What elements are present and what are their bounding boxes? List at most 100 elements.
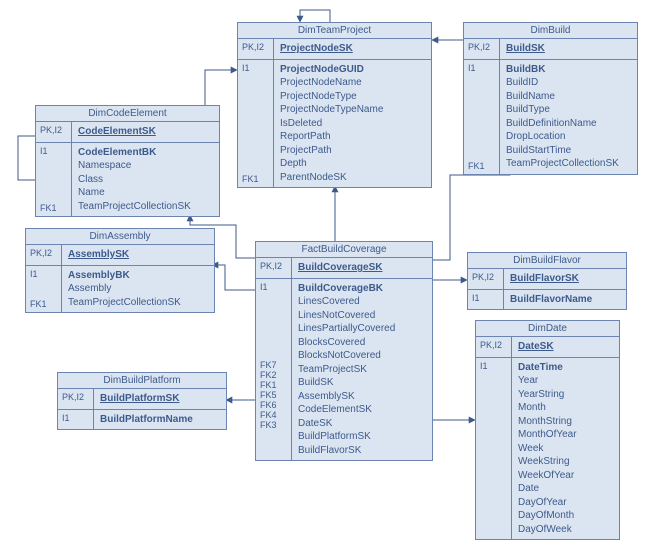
keys-top: I1 xyxy=(242,63,269,73)
field: Date xyxy=(518,482,613,496)
field: DateSK xyxy=(298,417,426,431)
field: ProjectNodeTypeName xyxy=(280,103,425,117)
row2-key: I1 xyxy=(62,413,89,423)
field: MonthString xyxy=(518,415,613,429)
pk-label: PK,I2 xyxy=(480,340,507,350)
keys-top: I1 xyxy=(480,361,507,371)
field: Class xyxy=(78,173,213,187)
field: DayOfYear xyxy=(518,496,613,510)
pk-field: BuildSK xyxy=(506,43,545,54)
field: BuildSK xyxy=(298,376,426,390)
field: MonthOfYear xyxy=(518,428,613,442)
field: Namespace xyxy=(78,159,213,173)
fk-label: FK6 xyxy=(260,400,287,410)
fk-label: FK2 xyxy=(260,370,287,380)
table-dim-code-element: DimCodeElement PK,I2 CodeElementSK I1 FK… xyxy=(35,105,220,217)
field: LinesCovered xyxy=(298,295,426,309)
table-title: DimBuild xyxy=(464,23,637,39)
pk-field: AssemblySK xyxy=(68,249,129,260)
fk-label: FK5 xyxy=(260,390,287,400)
pk-label: PK,I2 xyxy=(40,125,67,135)
keys-bottom: FK1 xyxy=(468,161,485,171)
field: BuildFlavorSK xyxy=(298,444,426,458)
pk-field: BuildCoverageSK xyxy=(298,262,382,273)
field: LinesNotCovered xyxy=(298,309,426,323)
table-dim-team-project: DimTeamProject PK,I2 ProjectNodeSK I1 FK… xyxy=(237,22,432,188)
pk-label: PK,I2 xyxy=(260,261,287,271)
bold-field: DateTime xyxy=(518,361,613,375)
field: BuildID xyxy=(506,76,631,90)
field: CodeElementSK xyxy=(298,403,426,417)
fk-label: FK3 xyxy=(260,420,287,430)
pk-field: ProjectNodeSK xyxy=(280,43,353,54)
field: Year xyxy=(518,374,613,388)
table-title: DimCodeElement xyxy=(36,106,219,122)
field: WeekOfYear xyxy=(518,469,613,483)
field: Assembly xyxy=(68,282,208,296)
pk-field: DateSK xyxy=(518,341,554,352)
pk-label: PK,I2 xyxy=(242,42,269,52)
field: Name xyxy=(78,186,213,200)
table-fact-build-coverage: FactBuildCoverage PK,I2 BuildCoverageSK … xyxy=(255,241,433,461)
field: IsDeleted xyxy=(280,117,425,131)
table-title: DimTeamProject xyxy=(238,23,431,39)
field: Week xyxy=(518,442,613,456)
table-title: DimBuildFlavor xyxy=(468,253,626,269)
table-dim-assembly: DimAssembly PK,I2 AssemblySK I1 FK1 Asse… xyxy=(25,228,215,313)
fk-label: FK1 xyxy=(260,380,287,390)
field: TeamProjectCollectionSK xyxy=(78,200,213,214)
pk-label: PK,I2 xyxy=(468,42,495,52)
table-dim-date: DimDate PK,I2 DateSK I1 DateTime Year Ye… xyxy=(475,320,620,540)
bold-field: AssemblyBK xyxy=(68,269,208,283)
field: ProjectNodeType xyxy=(280,90,425,104)
keys-bottom: FK1 xyxy=(40,203,57,213)
keys-bottom: FK1 xyxy=(30,299,47,309)
table-dim-build-platform: DimBuildPlatform PK,I2 BuildPlatformSK I… xyxy=(57,372,227,430)
table-title: FactBuildCoverage xyxy=(256,242,432,258)
fk-label: FK7 xyxy=(260,360,287,370)
field: BuildDefinitionName xyxy=(506,117,631,131)
field: ProjectPath xyxy=(280,144,425,158)
field: LinesPartiallyCovered xyxy=(298,322,426,336)
field: BuildStartTime xyxy=(506,144,631,158)
field: BlocksNotCovered xyxy=(298,349,426,363)
field: BuildType xyxy=(506,103,631,117)
pk-label: PK,I2 xyxy=(62,392,89,402)
field: ParentNodeSK xyxy=(280,171,425,185)
table-dim-build: DimBuild PK,I2 BuildSK I1 FK1 BuildBK Bu… xyxy=(463,22,638,175)
field: BuildName xyxy=(506,90,631,104)
field: TeamProjectSK xyxy=(298,363,426,377)
pk-label: PK,I2 xyxy=(472,272,499,282)
keys-top: I1 xyxy=(40,146,67,156)
field: DropLocation xyxy=(506,130,631,144)
table-title: DimAssembly xyxy=(26,229,214,245)
field: TeamProjectCollectionSK xyxy=(68,296,208,310)
keys-top: I1 xyxy=(30,269,57,279)
keys-bottom: FK1 xyxy=(242,174,259,184)
field: AssemblySK xyxy=(298,390,426,404)
keys-top: I1 xyxy=(260,282,287,292)
table-dim-build-flavor: DimBuildFlavor PK,I2 BuildFlavorSK I1 Bu… xyxy=(467,252,627,310)
bold-field: CodeElementBK xyxy=(78,146,213,160)
bold-field: BuildBK xyxy=(506,63,631,77)
field: BuildPlatformSK xyxy=(298,430,426,444)
table-title: DimDate xyxy=(476,321,619,337)
field: Depth xyxy=(280,157,425,171)
row2-field: BuildPlatformName xyxy=(100,414,193,425)
pk-field: BuildFlavorSK xyxy=(510,273,579,284)
table-title: DimBuildPlatform xyxy=(58,373,226,389)
pk-field: BuildPlatformSK xyxy=(100,393,179,404)
field: BlocksCovered xyxy=(298,336,426,350)
field: Month xyxy=(518,401,613,415)
row2-key: I1 xyxy=(472,293,499,303)
field: DayOfMonth xyxy=(518,509,613,523)
pk-label: PK,I2 xyxy=(30,248,57,258)
field: WeekString xyxy=(518,455,613,469)
field: ProjectNodeName xyxy=(280,76,425,90)
keys-top: I1 xyxy=(468,63,495,73)
fk-label: FK4 xyxy=(260,410,287,420)
field: DayOfWeek xyxy=(518,523,613,537)
pk-field: CodeElementSK xyxy=(78,126,156,137)
field: TeamProjectCollectionSK xyxy=(506,157,631,171)
field: YearString xyxy=(518,388,613,402)
